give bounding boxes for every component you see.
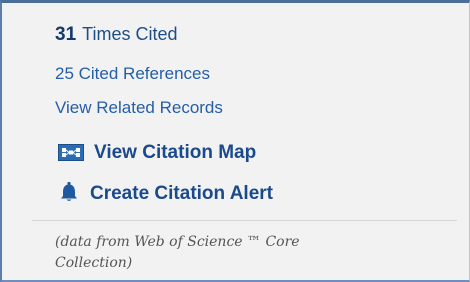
cited-references-link[interactable]: 25 Cited References (55, 64, 210, 84)
times-cited-label[interactable]: Times Cited (82, 24, 177, 44)
times-cited-count[interactable]: 31 (55, 24, 76, 45)
view-citation-map-link[interactable]: View Citation Map (58, 142, 256, 164)
create-citation-alert-label[interactable]: Create Citation Alert (90, 183, 273, 204)
view-related-records-link[interactable]: View Related Records (55, 98, 223, 118)
times-cited[interactable]: 31 Times Cited (55, 24, 178, 46)
citation-panel: 31 Times Cited 25 Cited References View R… (0, 0, 470, 282)
create-citation-alert-link[interactable]: Create Citation Alert (58, 181, 273, 205)
citation-map-icon (58, 143, 84, 161)
view-citation-map-label[interactable]: View Citation Map (94, 142, 256, 163)
divider (32, 220, 457, 221)
bell-icon (58, 181, 80, 203)
data-source-note: (data from Web of Science ™ Core Collect… (55, 234, 300, 271)
